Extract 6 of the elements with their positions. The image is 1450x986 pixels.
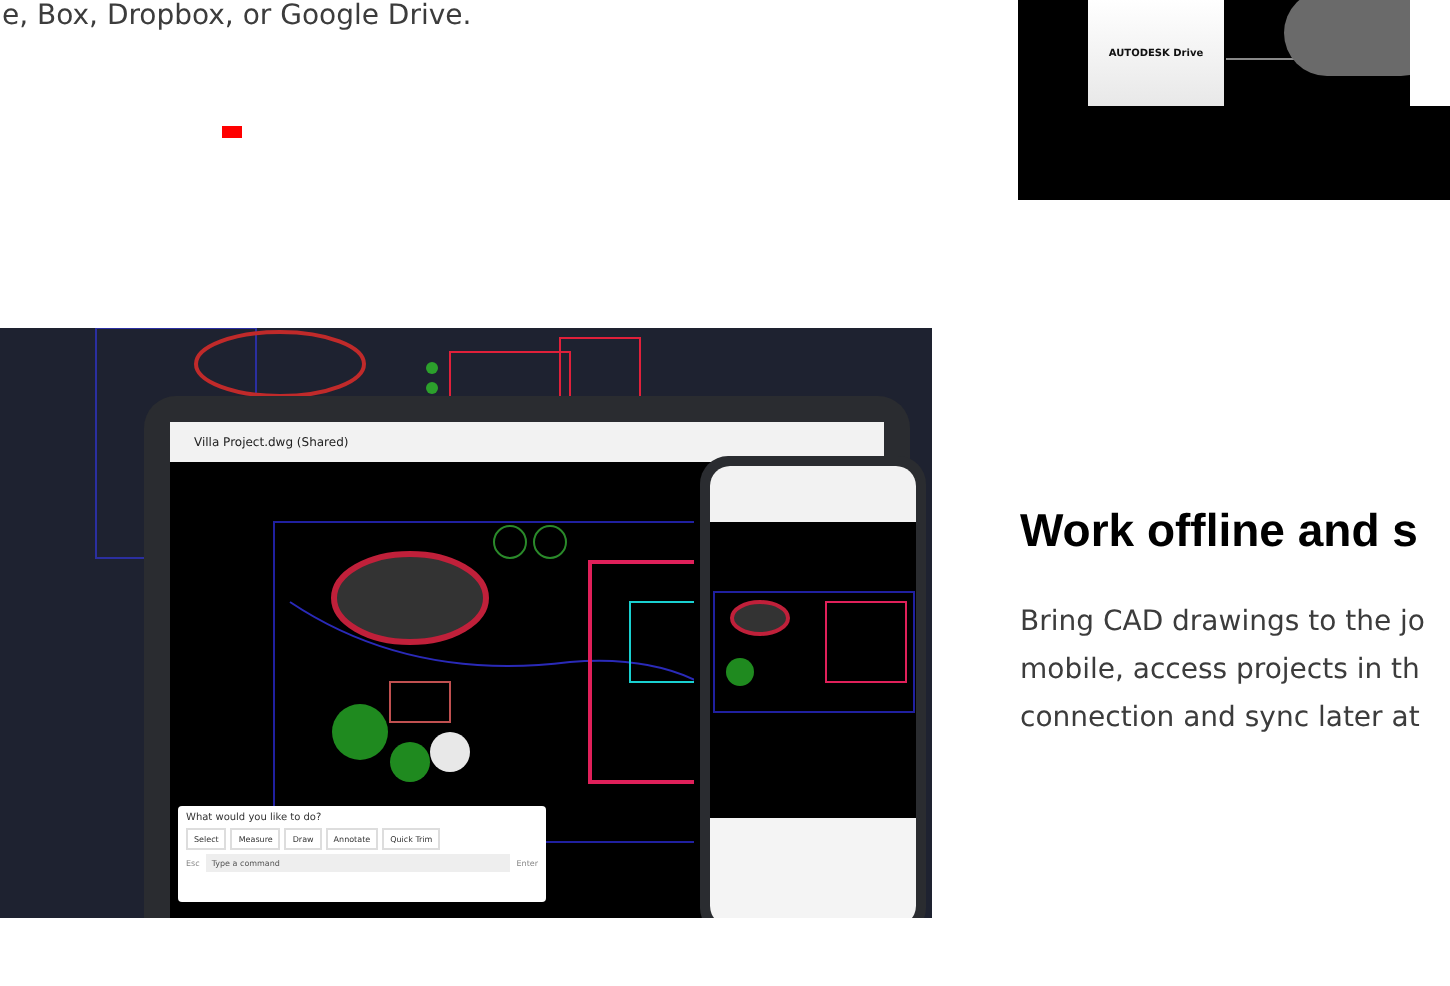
intro-text: e, Box, Dropbox, or Google Drive.	[2, 0, 474, 32]
section-heading: Work offline and s	[1020, 504, 1420, 558]
body-text-line: mobile, access projects in th	[1020, 652, 1422, 690]
body-text-line: connection and sync later at	[1020, 700, 1422, 738]
body-text-line: Bring CAD drawings to the jo	[1020, 604, 1425, 642]
marker-square	[222, 126, 242, 138]
